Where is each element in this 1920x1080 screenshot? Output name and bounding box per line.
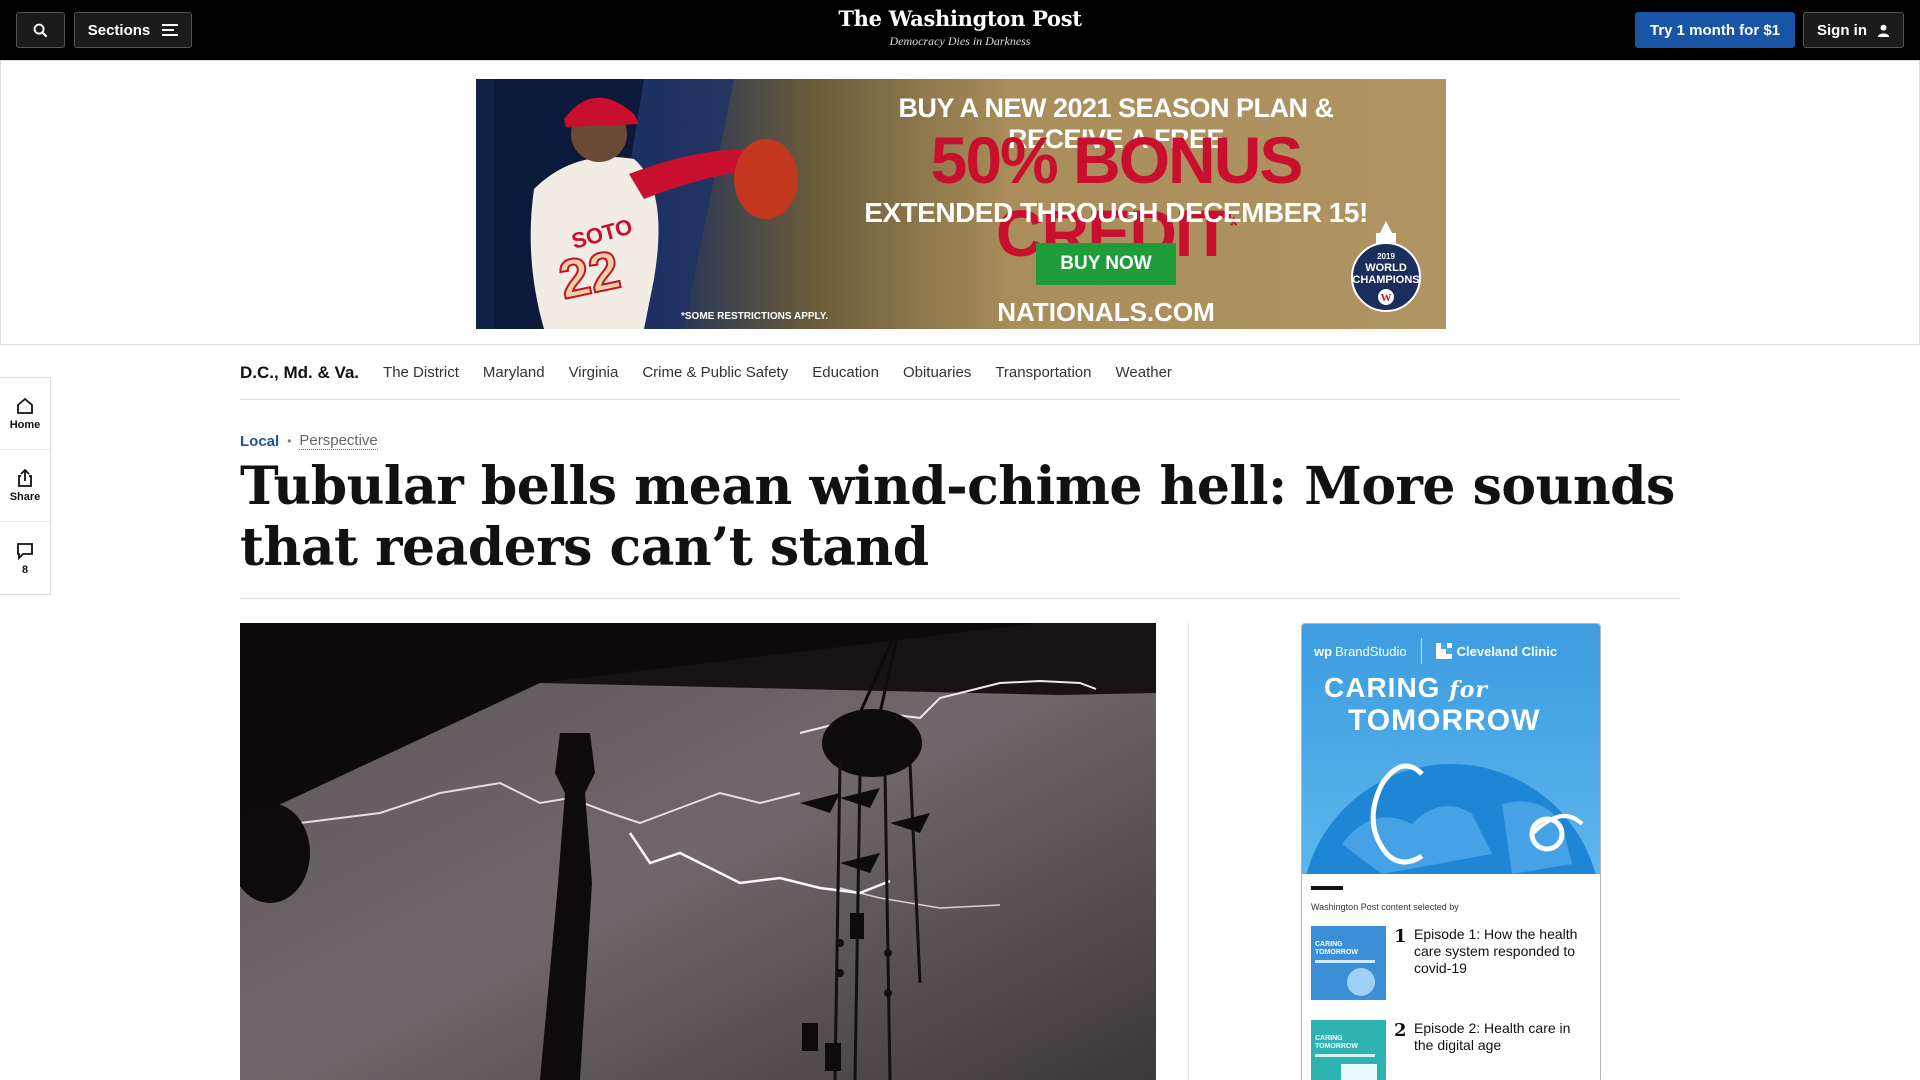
sign-in-button[interactable]: Sign in — [1803, 12, 1904, 48]
comment-count: 8 — [21, 563, 29, 576]
top-navigation-bar: Sections The Washington Post Democracy D… — [0, 0, 1920, 60]
badge-line-2: CHAMPIONS — [1352, 274, 1419, 286]
world-champions-badge-icon: 2019 WORLD CHAMPIONS W — [1351, 221, 1421, 312]
lead-image[interactable] — [240, 623, 1156, 1080]
ad-restrictions: *SOME RESTRICTIONS APPLY. — [681, 311, 829, 322]
for-word: for — [1449, 677, 1488, 703]
left-action-rail: Home Share 8 — [0, 377, 51, 595]
comments-button[interactable]: 8 — [0, 522, 50, 594]
article-kicker: Local • Perspective — [240, 432, 378, 450]
masthead[interactable]: The Washington Post Democracy Dies in Da… — [760, 6, 1160, 49]
section-link-the-district[interactable]: The District — [383, 364, 459, 381]
tagline: Democracy Dies in Darkness — [889, 34, 1031, 48]
section-navigation: D.C., Md. & Va. The District Maryland Vi… — [240, 346, 1680, 400]
item-number: 1 — [1394, 926, 1407, 947]
home-label: Home — [9, 419, 41, 431]
thumb-tomorrow: TOMORROW — [1315, 1043, 1358, 1050]
brand-studio-module[interactable]: wp BrandStudio Cleveland Clinic CARING f… — [1301, 623, 1601, 1080]
section-link-education[interactable]: Education — [812, 364, 879, 381]
ad-buy-now-button[interactable]: BUY NOW — [1036, 243, 1176, 285]
list-item[interactable]: CARING TOMORROW 2 Episode 2: Health care… — [1311, 1020, 1591, 1080]
section-link-transportation[interactable]: Transportation — [995, 364, 1091, 381]
sections-label: Sections — [87, 21, 151, 39]
cleveland-clinic-logo-icon — [1435, 643, 1452, 659]
subscribe-button[interactable]: Try 1 month for $1 — [1635, 12, 1795, 48]
thumb-caring: CARING — [1315, 941, 1343, 948]
section-label-local[interactable]: Local — [240, 433, 279, 450]
perspective-label[interactable]: Perspective — [299, 432, 378, 450]
share-label: Share — [9, 491, 41, 503]
brand-studio-header: wp BrandStudio Cleveland Clinic — [1314, 638, 1590, 664]
section-link-maryland[interactable]: Maryland — [483, 364, 545, 381]
brand-studio-hero[interactable]: wp BrandStudio Cleveland Clinic CARING f… — [1302, 624, 1600, 874]
section-link-weather[interactable]: Weather — [1116, 364, 1172, 381]
column-divider — [1188, 623, 1189, 1080]
ad-site: NATIONALS.COM — [997, 297, 1215, 327]
item-title[interactable]: Episode 1: How the health care system re… — [1414, 926, 1584, 1000]
badge-year: 2019 — [1377, 252, 1395, 261]
header-divider — [240, 598, 1680, 599]
nationals-advertisement[interactable]: SOTO 22 BUY A NEW 2021 SEASON PLAN & REC… — [476, 79, 1446, 329]
baseball-player-image: SOTO 22 — [494, 79, 798, 329]
comment-icon — [17, 542, 33, 560]
home-button[interactable]: Home — [0, 378, 50, 450]
caring-word: CARING — [1324, 672, 1441, 703]
menu-icon — [162, 24, 179, 36]
tomorrow-title: TOMORROW — [1348, 704, 1541, 737]
search-button[interactable] — [16, 12, 65, 48]
sections-button[interactable]: Sections — [74, 12, 192, 48]
section-link-obituaries[interactable]: Obituaries — [903, 364, 971, 381]
item-number: 2 — [1394, 1020, 1407, 1041]
share-button[interactable]: Share — [0, 450, 50, 522]
episode-thumbnail: CARING TOMORROW — [1311, 926, 1386, 1000]
thumb-caring: CARING — [1315, 1035, 1343, 1042]
wind-chime-lightning-photo — [240, 623, 1156, 1080]
header-separator — [1420, 638, 1422, 664]
brand-studio-list: Washington Post content selected by CARI… — [1302, 874, 1600, 1080]
section-title[interactable]: D.C., Md. & Va. — [240, 363, 359, 383]
section-link-crime-public-safety[interactable]: Crime & Public Safety — [642, 364, 788, 381]
episode-thumbnail: CARING TOMORROW — [1311, 1020, 1386, 1080]
home-icon — [17, 397, 33, 414]
svg-text:W: W — [1381, 292, 1392, 304]
article-headline: Tubular bells mean wind-chime hell: More… — [240, 456, 1675, 578]
thumb-tomorrow: TOMORROW — [1315, 949, 1358, 956]
jersey-number: 22 — [554, 240, 625, 311]
selected-by-label: Washington Post content selected by — [1311, 902, 1459, 912]
ad-line-3: EXTENDED THROUGH DECEMBER 15! — [864, 197, 1368, 228]
section-link-virginia[interactable]: Virginia — [569, 364, 619, 381]
partner-name: Cleveland Clinic — [1456, 643, 1558, 659]
brand-studio-label: BrandStudio — [1335, 643, 1407, 659]
user-icon — [1877, 24, 1890, 37]
badge-line-1: WORLD — [1365, 262, 1407, 274]
share-icon — [18, 468, 32, 487]
kicker-separator: • — [287, 434, 292, 448]
list-item[interactable]: CARING TOMORROW 1 Episode 1: How the hea… — [1311, 926, 1591, 1000]
accent-bar — [1311, 886, 1343, 890]
washington-post-logo[interactable]: The Washington Post — [760, 6, 1160, 31]
wp-logo: wp — [1314, 643, 1333, 659]
sign-in-label: Sign in — [1817, 21, 1867, 39]
caring-title: CARING for — [1324, 672, 1488, 704]
item-title[interactable]: Episode 2: Health care in the digital ag… — [1414, 1020, 1584, 1080]
advertisement-container: SOTO 22 BUY A NEW 2021 SEASON PLAN & REC… — [0, 60, 1920, 345]
search-icon — [33, 23, 48, 37]
